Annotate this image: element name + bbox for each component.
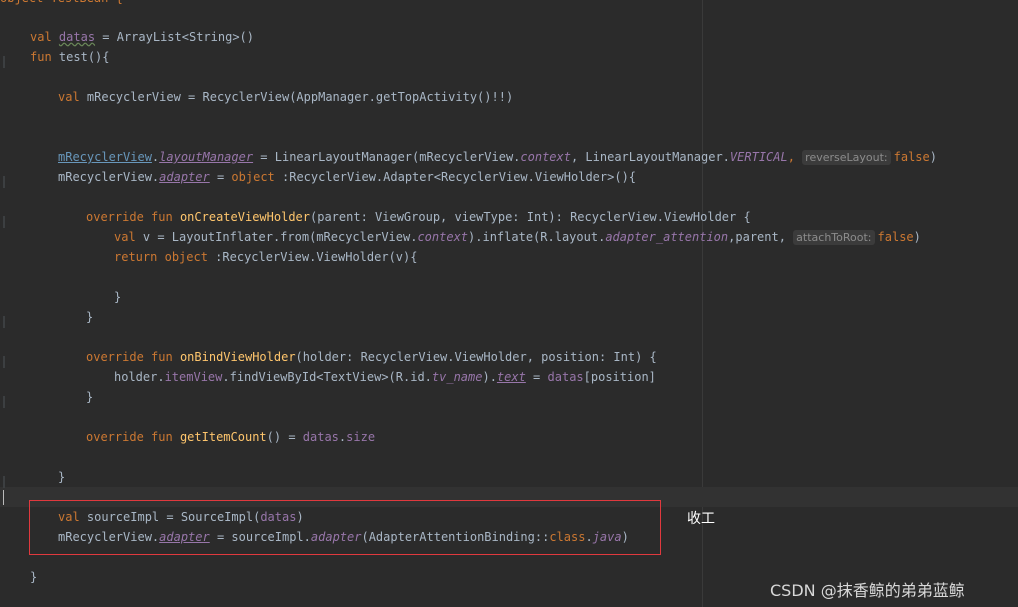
code-line[interactable]: } — [86, 387, 93, 407]
code-text: = LinearLayoutManager(mRecyclerView. — [253, 150, 521, 164]
parameter-hint: attachToRoot: — [793, 230, 875, 245]
fold-marker[interactable] — [3, 356, 5, 368]
code-line[interactable]: } — [114, 287, 121, 307]
code-text: } — [58, 470, 66, 484]
annotation-note: 收工 — [687, 511, 715, 527]
code-text: , LinearLayoutManager. — [570, 150, 730, 164]
code-line[interactable]: override fun onBindViewHolder(holder: Re… — [86, 347, 657, 367]
property: itemView — [164, 370, 223, 384]
code-text: (parent: ViewGroup, viewType: Int): Recy… — [310, 210, 751, 224]
fold-marker[interactable] — [3, 316, 5, 328]
function-name: onBindViewHolder — [179, 350, 296, 364]
code-line[interactable]: val mRecyclerView = RecyclerView(AppMana… — [58, 87, 513, 107]
code-line[interactable]: holder.itemView.findViewById<TextView>(R… — [114, 367, 656, 387]
code-text: } — [86, 310, 94, 324]
keyword: false — [893, 150, 930, 164]
keyword: false — [877, 230, 914, 244]
code-line[interactable]: mRecyclerView.layoutManager = LinearLayo… — [58, 147, 937, 167]
annotation-highlight-box — [29, 500, 661, 555]
property: size — [346, 430, 376, 444]
keyword: object — [231, 170, 275, 184]
code-text: [position] — [583, 370, 656, 384]
code-text: .findViewById<TextView>(R.id. — [222, 370, 432, 384]
identifier: mRecyclerView — [58, 150, 152, 164]
code-text: = — [209, 170, 232, 184]
code-line[interactable]: } — [86, 307, 93, 327]
identifier: datas — [547, 370, 584, 384]
parameter-hint: reverseLayout: — [802, 150, 891, 165]
code-line[interactable]: } — [58, 467, 65, 487]
keyword: override — [86, 430, 144, 444]
code-text: } — [30, 570, 38, 584]
code-editor[interactable]: object TestBean { val datas = ArrayList<… — [0, 0, 1018, 607]
text-caret — [3, 490, 4, 505]
keyword: fun — [151, 430, 173, 444]
code-line[interactable]: override fun onCreateViewHolder(parent: … — [86, 207, 751, 227]
constant: VERTICAL — [729, 150, 788, 164]
function-name: test — [58, 50, 88, 64]
keyword: val — [114, 230, 136, 244]
code-text: = — [525, 370, 548, 384]
keyword: val — [58, 90, 80, 104]
code-text: () = — [266, 430, 303, 444]
function-name: getItemCount — [179, 430, 267, 444]
identifier: datas — [302, 430, 339, 444]
property: layoutManager — [159, 150, 254, 164]
code-text: mRecyclerView. — [58, 170, 160, 184]
keyword: object — [164, 250, 208, 264]
code-line[interactable]: val v = LayoutInflater.from(mRecyclerVie… — [114, 227, 921, 247]
code-text: ).inflate(R.layout. — [468, 230, 606, 244]
code-line[interactable]: mRecyclerView.adapter = object :Recycler… — [58, 167, 636, 187]
keyword: return — [114, 250, 158, 264]
function-name: onCreateViewHolder — [179, 210, 310, 224]
fold-marker[interactable] — [3, 176, 5, 188]
code-text: } — [86, 390, 94, 404]
code-text: ). — [482, 370, 497, 384]
code-text: :RecyclerView.ViewHolder(v){ — [207, 250, 418, 264]
property: adapter — [159, 170, 210, 184]
keyword: fun — [151, 210, 173, 224]
keyword: fun — [30, 50, 52, 64]
property: context — [520, 150, 571, 164]
identifier: datas — [58, 30, 96, 44]
code-line[interactable]: return object :RecyclerView.ViewHolder(v… — [114, 247, 417, 267]
keyword: val — [30, 30, 52, 44]
code-text: :RecyclerView.Adapter<RecyclerView.ViewH… — [274, 170, 637, 184]
code-text: ,parent, — [728, 230, 794, 244]
code-text: (holder: RecyclerView.ViewHolder, positi… — [295, 350, 657, 364]
resource-id: tv_name — [431, 370, 483, 384]
code-line[interactable]: fun test(){ — [30, 47, 110, 67]
fold-marker[interactable] — [3, 476, 5, 488]
code-text: } — [114, 290, 122, 304]
code-line-cut: object TestBean { — [0, 0, 123, 8]
property: text — [496, 370, 526, 384]
code-text: (){ — [87, 50, 110, 64]
keyword: fun — [151, 350, 173, 364]
code-text: mRecyclerView = RecyclerView(AppManager.… — [79, 90, 514, 104]
keyword: override — [86, 350, 144, 364]
fold-marker[interactable] — [3, 396, 5, 408]
code-text: holder. — [114, 370, 165, 384]
fold-marker[interactable] — [3, 56, 5, 68]
code-line[interactable]: } — [30, 567, 37, 587]
code-line[interactable]: override fun getItemCount() = datas.size — [86, 427, 375, 447]
code-text: ) — [929, 150, 937, 164]
keyword: override — [86, 210, 144, 224]
code-text: = ArrayList<String>() — [95, 30, 254, 44]
code-text: , — [787, 150, 803, 164]
property: context — [417, 230, 469, 244]
watermark: CSDN @抹香鲸的弟弟蓝鲸 — [770, 581, 965, 600]
resource-id: adapter_attention — [605, 230, 729, 244]
code-line[interactable]: val datas = ArrayList<String>() — [30, 27, 254, 47]
code-text: ) — [913, 230, 921, 244]
code-text: v = LayoutInflater.from(mRecyclerView. — [135, 230, 418, 244]
fold-marker[interactable] — [3, 216, 5, 228]
